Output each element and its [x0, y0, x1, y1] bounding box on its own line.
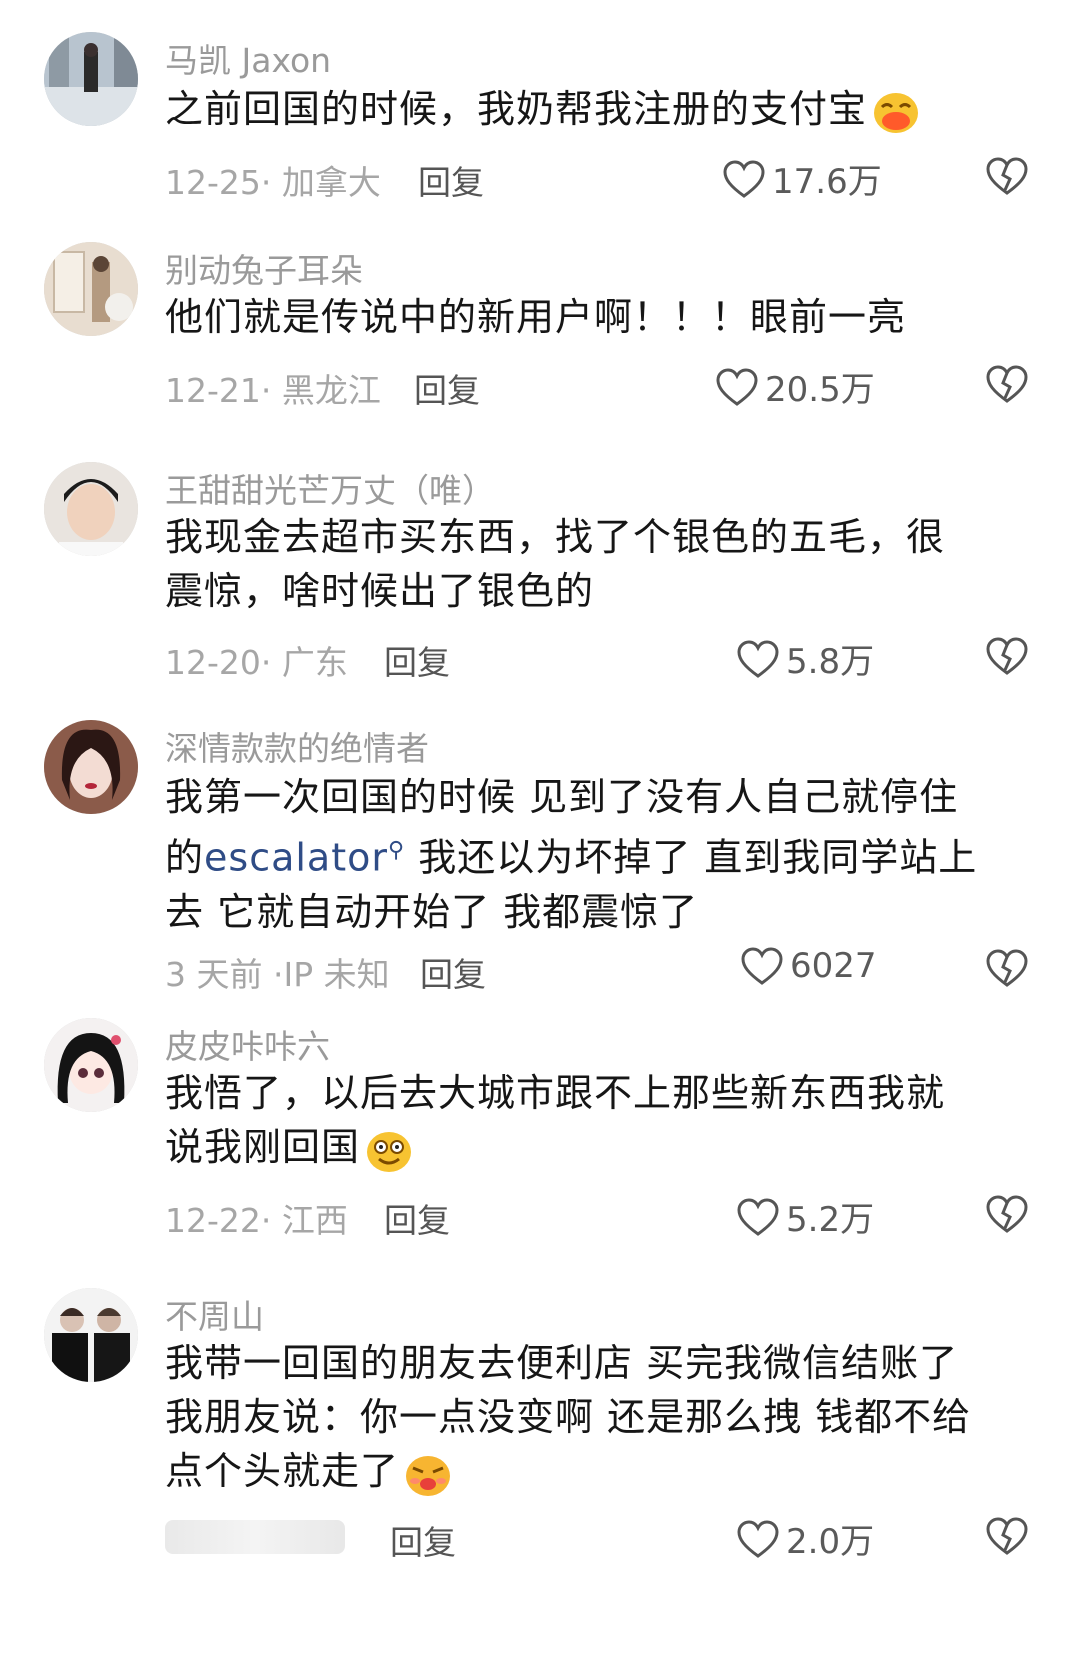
like-button[interactable]: 17.6万 [722, 154, 882, 203]
heart-outline-icon [716, 367, 758, 406]
reply-button[interactable]: 回复 [418, 156, 484, 204]
comment-text: 之前回国的时候，我奶帮我注册的支付宝 [165, 82, 1025, 136]
comment-text: 我悟了，以后去大城市跟不上那些新东西我就说我刚回国 [165, 1066, 965, 1174]
comment-meta: 3 天前 ·IP 未知 [165, 955, 390, 994]
heart-outline-icon [723, 159, 765, 198]
pouting-face-emoji [406, 1455, 451, 1496]
like-count: 5.2万 [786, 1200, 875, 1240]
comment-meta: 12-25· 加拿大 [165, 163, 381, 202]
broken-heart-icon[interactable] [985, 636, 1029, 676]
reply-button[interactable]: 回复 [420, 948, 486, 996]
like-button[interactable]: 5.8万 [736, 634, 874, 683]
comment-meta: 12-21· 黑龙江 [165, 371, 381, 410]
like-count: 17.6万 [772, 162, 882, 202]
username[interactable]: 王甜甜光芒万丈（唯） [165, 464, 495, 512]
comment-text: 他们就是传说中的新用户啊！！！眼前一亮 [165, 295, 907, 339]
broken-heart-icon[interactable] [985, 1516, 1029, 1556]
broken-heart-icon[interactable] [985, 948, 1029, 988]
search-link[interactable]: escalator [204, 836, 388, 880]
reply-button[interactable]: 回复 [414, 364, 480, 412]
username[interactable]: 皮皮咔咔六 [165, 1020, 330, 1068]
like-button[interactable]: 20.5万 [715, 362, 875, 411]
heart-outline-icon [737, 1197, 779, 1236]
like-count: 20.5万 [765, 370, 875, 410]
broken-heart-icon[interactable] [985, 1194, 1029, 1234]
like-count: 2.0万 [786, 1522, 875, 1562]
like-button[interactable]: 2.0万 [736, 1514, 874, 1563]
dizzy-smile-face-emoji [367, 1131, 412, 1172]
like-count: 6027 [790, 946, 877, 986]
avatar[interactable] [44, 462, 138, 556]
avatar[interactable] [44, 1288, 138, 1382]
comment-text: 我现金去超市买东西，找了个银色的五毛，很震惊，啥时候出了银色的 [165, 515, 946, 613]
reply-button[interactable]: 回复 [390, 1516, 456, 1564]
laughing-face-emoji [874, 92, 919, 133]
avatar[interactable] [44, 32, 138, 126]
reply-button[interactable]: 回复 [384, 636, 450, 684]
username[interactable]: 马凯 Jaxon [165, 34, 331, 82]
comment-meta: 12-22· 江西 [165, 1201, 348, 1240]
broken-heart-icon[interactable] [985, 156, 1029, 196]
username[interactable]: 别动兔子耳朵 [165, 244, 363, 292]
search-icon[interactable]: ⚲ [388, 838, 405, 863]
blurred-meta [165, 1520, 345, 1554]
like-count: 5.8万 [786, 642, 875, 682]
like-button[interactable]: 6027 [740, 946, 877, 986]
broken-heart-icon[interactable] [985, 364, 1029, 404]
avatar[interactable] [44, 1018, 138, 1112]
avatar[interactable] [44, 720, 138, 814]
comment-text: 我第一次回国的时候 见到了没有人自己就停住的escalator⚲ 我还以为坏掉了… [165, 775, 978, 934]
like-button[interactable]: 5.2万 [736, 1192, 874, 1241]
heart-outline-icon [737, 1519, 779, 1558]
comment-meta: 12-20· 广东 [165, 643, 348, 682]
reply-button[interactable]: 回复 [384, 1194, 450, 1242]
username[interactable]: 深情款款的绝情者 [165, 722, 429, 770]
heart-outline-icon [737, 639, 779, 678]
comment-text: 我带一回国的朋友去便利店 买完我微信结账了我朋友说：你一点没变啊 还是那么拽 钱… [165, 1336, 985, 1498]
avatar[interactable] [44, 242, 138, 336]
username[interactable]: 不周山 [165, 1290, 264, 1338]
heart-outline-icon [741, 947, 783, 985]
